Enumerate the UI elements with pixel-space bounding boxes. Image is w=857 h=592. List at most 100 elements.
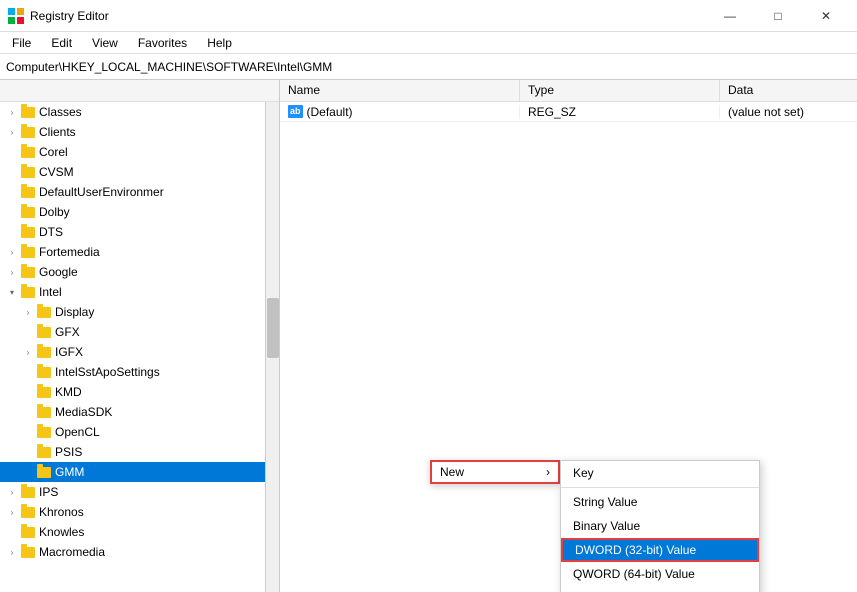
menu-view[interactable]: View [84,34,126,52]
folder-icon [20,225,36,239]
tree-item-label: DTS [39,225,63,239]
tree-item-label: Khronos [39,505,84,519]
title-bar-left: Registry Editor [8,8,109,24]
menu-edit[interactable]: Edit [43,34,80,52]
menu-favorites[interactable]: Favorites [130,34,195,52]
folder-icon [36,365,52,379]
main-content: ›Classes › Clients Corel CVSM DefaultUserEnvi… [0,80,857,592]
folder-icon [20,245,36,259]
folder-icon [36,345,52,359]
tree-item[interactable]: ›Khronos [0,502,279,522]
tree-item[interactable]: GFX [0,322,279,342]
folder-icon [20,485,36,499]
tree-item[interactable]: GMM [0,462,279,482]
tree-header [0,80,279,102]
folder-icon [20,105,36,119]
submenu-item[interactable]: DWORD (32-bit) Value [561,538,759,562]
tree-item[interactable]: MediaSDK [0,402,279,422]
tree-item[interactable]: ›Display [0,302,279,322]
menu-bar: File Edit View Favorites Help [0,32,857,54]
tree-panel: ›Classes › Clients Corel CVSM DefaultUserEnvi… [0,80,280,592]
folder-icon [20,545,36,559]
tree-item-label: DefaultUserEnvironmer [39,185,164,199]
tree-item[interactable]: › IGFX [0,342,279,362]
tree-item[interactable]: › Fortemedia [0,242,279,262]
tree-item-label: Dolby [39,205,70,219]
tree-arrow-icon: › [4,128,20,137]
tree-item-label: GFX [55,325,80,339]
folder-icon [36,305,52,319]
tree-item[interactable]: DTS [0,222,279,242]
tree-item-label: Macromedia [39,545,105,559]
submenu-divider [561,487,759,488]
tree-item-label: Intel [39,285,62,299]
tree-item-label: MediaSDK [55,405,112,419]
tree-item-label: PSIS [55,445,82,459]
minimize-button[interactable]: — [707,0,753,32]
folder-icon [20,525,36,539]
registry-cell-name: ab(Default) [280,105,520,119]
tree-item-label: Display [55,305,94,319]
tree-item-label: Clients [39,125,76,139]
tree-arrow-icon: › [4,248,20,257]
ab-icon: ab [288,105,303,118]
maximize-button[interactable]: □ [755,0,801,32]
tree-item[interactable]: Dolby [0,202,279,222]
registry-row[interactable]: ab(Default)REG_SZ(value not set) [280,102,857,122]
tree-item[interactable]: › IPS [0,482,279,502]
tree-item[interactable]: IntelSstApoSettings [0,362,279,382]
tree-arrow-icon: › [20,348,36,357]
new-menu-arrow: › [546,465,550,479]
submenu-item[interactable]: Key [561,461,759,485]
tree-item-label: IntelSstApoSettings [55,365,160,379]
new-menu-item[interactable]: New › [430,460,560,484]
folder-icon [36,385,52,399]
scrollbar-thumb[interactable] [267,298,279,358]
app-icon [8,8,24,24]
tree-item[interactable]: PSIS [0,442,279,462]
tree-item[interactable]: OpenCL [0,422,279,442]
tree-item-label: GMM [55,465,84,479]
close-button[interactable]: ✕ [803,0,849,32]
tree-item[interactable]: › Macromedia [0,542,279,562]
folder-icon [20,285,36,299]
right-panel: Name Type Data ab(Default)REG_SZ(value n… [280,80,857,592]
submenu-item[interactable]: Binary Value [561,514,759,538]
submenu-item[interactable]: QWORD (64-bit) Value [561,562,759,586]
submenu-item[interactable]: String Value [561,490,759,514]
tree-arrow-icon: › [4,548,20,557]
menu-help[interactable]: Help [199,34,240,52]
folder-icon [20,505,36,519]
tree-item[interactable]: KMD [0,382,279,402]
tree-item[interactable]: DefaultUserEnvironmer [0,182,279,202]
tree-item[interactable]: Corel [0,142,279,162]
submenu-item[interactable]: Multi-String Value [561,586,759,592]
folder-icon [20,185,36,199]
tree-item[interactable]: CVSM [0,162,279,182]
tree-scrollbar[interactable] [265,102,279,592]
tree-item[interactable]: ›Classes [0,102,279,122]
registry-cell-data: (value not set) [720,105,857,119]
tree-item-label: IPS [39,485,58,499]
tree-item[interactable]: ▾Intel [0,282,279,302]
tree-item-label: IGFX [55,345,83,359]
tree-item-label: Google [39,265,78,279]
window-title: Registry Editor [30,9,109,23]
col-name-header: Name [280,80,520,101]
tree-item-label: Fortemedia [39,245,100,259]
folder-icon [20,265,36,279]
tree-item[interactable]: › Clients [0,122,279,142]
address-path: Computer\HKEY_LOCAL_MACHINE\SOFTWARE\Int… [6,60,332,74]
tree-item[interactable]: Knowles [0,522,279,542]
folder-icon [20,205,36,219]
tree-arrow-icon: › [4,488,20,497]
tree-content: ›Classes › Clients Corel CVSM DefaultUserEnvi… [0,102,279,592]
folder-icon [36,325,52,339]
folder-icon [36,405,52,419]
folder-icon [20,145,36,159]
menu-file[interactable]: File [4,34,39,52]
tree-item-label: CVSM [39,165,74,179]
tree-item-label: Knowles [39,525,84,539]
col-type-header: Type [520,80,720,101]
tree-item[interactable]: ›Google [0,262,279,282]
